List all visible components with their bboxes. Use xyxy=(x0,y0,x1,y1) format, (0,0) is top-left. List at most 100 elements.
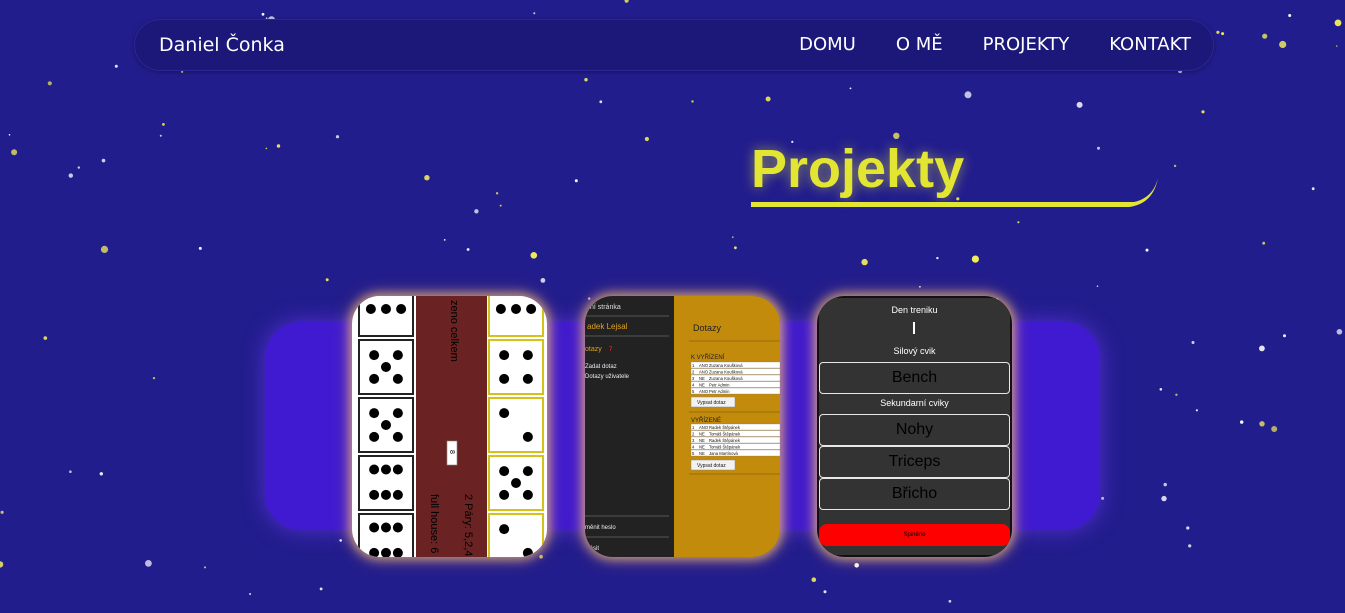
trenink-bench-button: Bench xyxy=(819,362,1010,394)
star xyxy=(919,285,921,288)
star xyxy=(1096,285,1099,288)
brand-name[interactable]: Daniel Čonka xyxy=(159,20,285,70)
die-pip xyxy=(392,431,403,442)
star xyxy=(181,70,184,73)
die-pip xyxy=(369,408,380,419)
nav-link-o-me[interactable]: O MĚ xyxy=(896,20,943,70)
star xyxy=(198,246,202,250)
die-face xyxy=(488,296,544,337)
dotazy-cell: Zuzana Koušková xyxy=(709,369,743,374)
star xyxy=(574,179,578,183)
star xyxy=(1335,45,1338,47)
star xyxy=(261,12,265,16)
star xyxy=(152,377,156,380)
star xyxy=(644,136,650,142)
star xyxy=(11,149,18,156)
title-underline xyxy=(751,178,1158,207)
star xyxy=(1334,19,1342,27)
dotazy-table-pending: 1 ANO Zuzana Koušková2 ANO Zuzana Koušková3 N… xyxy=(690,361,780,395)
star xyxy=(1163,482,1167,487)
star xyxy=(339,539,343,542)
die-pip xyxy=(392,408,403,419)
dotazy-user-name: adek Lejsal xyxy=(587,322,628,331)
star xyxy=(861,258,868,266)
star xyxy=(100,245,109,253)
project-card-trenink[interactable]: Den treniku Silový cvik Bench Sekundarní… xyxy=(817,296,1012,557)
die-pip xyxy=(499,489,510,500)
dotazy-cell: Zuzana Koušková xyxy=(709,363,743,368)
star xyxy=(1221,32,1225,36)
star xyxy=(1195,409,1198,412)
dotazy-cell: Jana Martínová xyxy=(709,451,739,456)
star xyxy=(964,91,972,99)
die-pip xyxy=(392,350,403,361)
die-pip xyxy=(526,304,537,314)
nav-link-projekty[interactable]: PROJEKTY xyxy=(983,20,1070,70)
die-pip xyxy=(396,304,407,314)
dotazy-cell: Tomáš Štěpánek xyxy=(709,444,741,449)
die-pip xyxy=(522,373,533,384)
die-pip xyxy=(499,350,510,361)
die-pip xyxy=(369,373,380,384)
project-card-dotazy[interactable]: ní stránka adek Lejsal otazy 7 Zadat dot… xyxy=(585,296,780,557)
trenink-submit-button: Splněno xyxy=(819,524,1010,546)
die-pip xyxy=(369,464,380,475)
dotazy-cell: Radek Štěpánek xyxy=(709,438,741,443)
star xyxy=(1311,187,1315,191)
project-card-dice[interactable]: zeno celkem 2 Páry: 5,2,4 full house: 6 … xyxy=(352,296,547,557)
star xyxy=(811,577,817,582)
trenink-screenshot: Den treniku Silový cvik Bench Sekundarní… xyxy=(819,298,1010,555)
star xyxy=(1283,334,1286,338)
die-face xyxy=(488,339,544,395)
star xyxy=(1279,40,1287,49)
dotazy-header: Dotazy xyxy=(693,323,722,333)
nav-link-domu[interactable]: DOMU xyxy=(799,20,856,70)
die-face xyxy=(488,397,544,453)
nav-links: DOMU O MĚ PROJEKTY KONTAKT xyxy=(799,20,1191,70)
dotazy-cell: NE xyxy=(699,431,705,436)
star xyxy=(1191,341,1195,344)
star xyxy=(0,561,4,568)
star xyxy=(1201,110,1205,114)
dice-fullhouse-text: full house: 6 xyxy=(428,494,440,553)
trenink-bricho-button: Břicho xyxy=(819,478,1010,510)
dotazy-sidebar xyxy=(585,296,674,557)
dotazy-screenshot: ní stránka adek Lejsal otazy 7 Zadat dot… xyxy=(585,296,780,557)
star xyxy=(159,134,162,137)
star xyxy=(101,158,106,163)
dotazy-cell: ANO xyxy=(699,389,709,394)
die-pip xyxy=(381,420,391,430)
die-pip xyxy=(499,466,510,477)
star xyxy=(849,87,852,90)
star xyxy=(325,278,329,282)
dotazy-cell: Zuzana Koušková xyxy=(709,376,743,381)
die-pip xyxy=(495,304,506,314)
nav-link-kontakt[interactable]: KONTAKT xyxy=(1109,20,1191,70)
dotazy-sidebar-title: ní stránka xyxy=(590,304,621,311)
star xyxy=(1240,420,1244,424)
dotazy-cell: NE xyxy=(699,444,705,449)
dotazy-cell: Petr Admin xyxy=(709,382,730,387)
dice-pairs-text: 2 Páry: 5,2,4 xyxy=(462,494,474,556)
star xyxy=(276,144,281,148)
die-face xyxy=(358,296,414,337)
dotazy-link-heslo: měnit heslo xyxy=(585,525,616,531)
star xyxy=(8,134,11,136)
star xyxy=(1259,345,1265,352)
star xyxy=(424,175,430,181)
star xyxy=(335,135,340,139)
dotazy-menu-uzivatele: Dotazy uživatele xyxy=(585,374,630,380)
star xyxy=(1017,221,1020,224)
die-pip xyxy=(392,489,403,500)
star xyxy=(77,166,81,169)
navbar: Daniel Čonka DOMU O MĚ PROJEKTY KONTAKT xyxy=(134,19,1214,71)
die-face xyxy=(358,455,414,511)
star xyxy=(823,590,827,594)
star xyxy=(971,255,980,263)
star xyxy=(765,96,771,102)
star xyxy=(114,64,118,68)
die-pip xyxy=(499,373,510,384)
right-dice-column xyxy=(488,296,544,557)
star xyxy=(1097,146,1100,150)
die-face xyxy=(488,513,544,557)
